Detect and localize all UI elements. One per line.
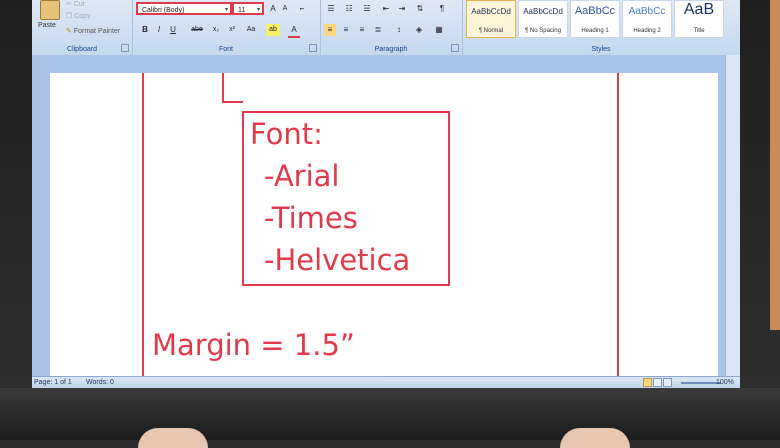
- style-sample: AaBbCcDd: [523, 7, 563, 16]
- copy-icon: ❐: [66, 13, 73, 20]
- style-sample: AaB: [683, 1, 715, 18]
- ribbon: Paste ✂ Cut ❐ Copy ✎ Format Painter Clip…: [32, 0, 740, 56]
- callout-leader-horizontal: [222, 101, 243, 103]
- style-name: Heading 1: [581, 28, 609, 34]
- font-group: Calibri (Body) ▾ 11 ▾ A A ⌐ B I U abe x₂…: [132, 0, 321, 55]
- document-page[interactable]: Font: -Arial -Times -Helvetica Margin = …: [50, 73, 718, 378]
- decrease-indent-icon[interactable]: ⇤: [380, 3, 392, 15]
- paragraph-group: ☰ ☷ ☱ ⇤ ⇥ ⇅ ¶ ≡ ≡ ≡ ≣ ↕ ◈ ▦ Paragraph: [320, 0, 463, 55]
- document-workspace: Font: -Arial -Times -Helvetica Margin = …: [32, 55, 740, 378]
- font-group-label: Font: [218, 46, 233, 53]
- justify-icon[interactable]: ≣: [372, 24, 384, 36]
- style-name: ¶ Normal: [478, 28, 504, 34]
- style-title[interactable]: AaB Title: [674, 0, 724, 38]
- change-case-button[interactable]: Aa: [244, 24, 258, 36]
- left-hand: [138, 428, 208, 448]
- increase-indent-icon[interactable]: ⇥: [396, 3, 408, 15]
- full-screen-view-icon[interactable]: [653, 378, 662, 387]
- subscript-button[interactable]: x₂: [210, 24, 222, 36]
- numbering-icon[interactable]: ☷: [342, 3, 356, 15]
- callout-item-arial: -Arial: [264, 159, 340, 193]
- clipboard-dialog-launcher[interactable]: [121, 44, 129, 52]
- scissors-icon: ✂: [66, 1, 72, 8]
- paintbrush-icon: ✎: [66, 28, 72, 35]
- style-name: Title: [693, 28, 705, 34]
- paragraph-dialog-launcher[interactable]: [451, 44, 459, 52]
- print-layout-view-icon[interactable]: [643, 378, 652, 387]
- zoom-slider[interactable]: [681, 382, 721, 384]
- style-normal[interactable]: AaBbCcDd ¶ Normal: [466, 0, 516, 38]
- style-sample: AaBbCc: [628, 6, 666, 17]
- web-layout-view-icon[interactable]: [663, 378, 672, 387]
- sort-icon[interactable]: ⇅: [414, 3, 426, 15]
- font-callout-box: Font: -Arial -Times -Helvetica: [242, 111, 450, 286]
- style-sample: AaBbCcDd: [471, 7, 511, 16]
- clipboard-group-label: Clipboard: [67, 46, 97, 53]
- callout-item-helvetica: -Helvetica: [264, 243, 411, 277]
- multilevel-list-icon[interactable]: ☱: [360, 3, 374, 15]
- align-left-icon[interactable]: ≡: [324, 24, 336, 36]
- style-heading-1[interactable]: AaBbCc Heading 1: [570, 0, 620, 38]
- styles-group-label: Styles: [591, 46, 611, 53]
- callout-leader-vertical: [222, 73, 224, 103]
- paragraph-group-label: Paragraph: [374, 46, 408, 53]
- right-margin-line: [617, 73, 619, 378]
- align-center-icon[interactable]: ≡: [340, 24, 352, 36]
- chevron-down-icon: ▾: [224, 7, 228, 13]
- bold-button[interactable]: B: [140, 24, 150, 36]
- font-size-value: 11: [238, 7, 246, 14]
- format-painter-label: Format Painter: [73, 28, 121, 35]
- style-sample: AaBbCc: [574, 5, 616, 17]
- laptop-bezel-bottom: [0, 388, 780, 440]
- font-dialog-launcher[interactable]: [309, 44, 317, 52]
- word-window: Paste ✂ Cut ❐ Copy ✎ Format Painter Clip…: [32, 0, 740, 390]
- italic-button[interactable]: I: [154, 24, 164, 36]
- paste-icon[interactable]: [40, 0, 60, 20]
- align-right-icon[interactable]: ≡: [356, 24, 368, 36]
- clipboard-group: Paste ✂ Cut ❐ Copy ✎ Format Painter Clip…: [32, 0, 133, 55]
- show-formatting-button[interactable]: ¶: [436, 3, 448, 15]
- superscript-button[interactable]: x²: [226, 24, 238, 36]
- font-name-dropdown[interactable]: Calibri (Body) ▾: [136, 2, 232, 15]
- style-name: Heading 2: [633, 28, 661, 34]
- bullets-icon[interactable]: ☰: [324, 3, 338, 15]
- font-color-button[interactable]: A: [288, 24, 300, 38]
- underline-button[interactable]: U: [168, 24, 178, 36]
- style-no-spacing[interactable]: AaBbCcDd ¶ No Spacing: [518, 0, 568, 38]
- grow-font-button[interactable]: A: [268, 3, 278, 15]
- styles-group: AaBbCcDd ¶ Normal AaBbCcDd ¶ No Spacing …: [462, 0, 740, 55]
- vertical-scrollbar[interactable]: [725, 55, 740, 378]
- left-margin-line: [142, 73, 144, 378]
- callout-heading: Font:: [250, 117, 323, 151]
- copy-button[interactable]: ❐ Copy: [66, 12, 91, 20]
- style-name: ¶ No Spacing: [525, 28, 561, 34]
- chevron-down-icon: ▾: [256, 7, 260, 13]
- right-hand: [560, 428, 630, 448]
- font-size-dropdown[interactable]: 11 ▾: [232, 2, 264, 15]
- highlight-button[interactable]: ab: [266, 24, 280, 36]
- font-name-value: Calibri (Body): [142, 7, 185, 14]
- style-heading-2[interactable]: AaBbCc Heading 2: [622, 0, 672, 38]
- borders-icon[interactable]: ▦: [432, 24, 446, 36]
- line-spacing-icon[interactable]: ↕: [392, 24, 406, 36]
- callout-item-times: -Times: [264, 201, 358, 235]
- paste-button[interactable]: Paste: [38, 22, 56, 29]
- copy-label: Copy: [74, 13, 91, 20]
- clear-formatting-button[interactable]: ⌐: [296, 3, 308, 15]
- margin-annotation: Margin = 1.5”: [152, 328, 355, 362]
- background-wall: [770, 0, 780, 330]
- shading-icon[interactable]: ◈: [412, 24, 426, 36]
- cut-label: Cut: [73, 1, 85, 8]
- strikethrough-button[interactable]: abe: [188, 24, 206, 36]
- shrink-font-button[interactable]: A: [280, 3, 290, 15]
- format-painter-button[interactable]: ✎ Format Painter: [66, 27, 120, 35]
- cut-button[interactable]: ✂ Cut: [66, 0, 85, 8]
